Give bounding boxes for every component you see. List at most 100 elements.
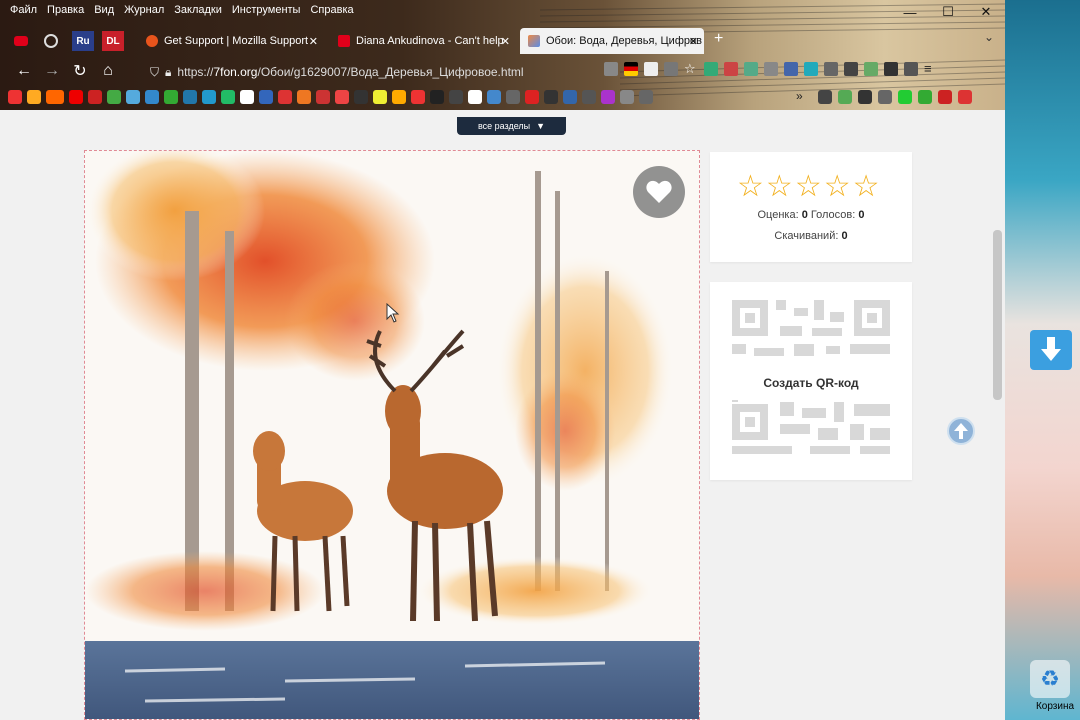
extension-icon[interactable]: [844, 62, 858, 76]
bookmark-icon[interactable]: [27, 90, 41, 104]
bookmark-yandex-icon[interactable]: [8, 90, 22, 104]
bookmark-icon[interactable]: [563, 90, 577, 104]
rating-stars[interactable]: ☆ ☆ ☆ ☆ ☆: [737, 172, 880, 202]
pinned-tab-dl[interactable]: DL: [102, 31, 124, 51]
tab-list-chevron-icon[interactable]: ⌄: [984, 30, 994, 44]
bookmark-icon[interactable]: [278, 90, 292, 104]
bookmark-icon[interactable]: [430, 90, 444, 104]
menu-bookmarks[interactable]: Закладки: [174, 4, 222, 16]
create-qr-code-button[interactable]: Создать QR-код: [732, 372, 890, 394]
extension-icon[interactable]: [724, 62, 738, 76]
reader-icon[interactable]: [604, 62, 618, 76]
close-window-button[interactable]: ✕: [967, 0, 1005, 24]
tab-diana-ankudinova[interactable]: Diana Ankudinova - Can't help ✕: [330, 28, 516, 54]
maximize-button[interactable]: ☐: [929, 0, 967, 24]
bookmark-icon[interactable]: [544, 90, 558, 104]
folder-icon[interactable]: [582, 90, 596, 104]
new-tab-button[interactable]: +: [714, 30, 723, 48]
page-action-icon[interactable]: [664, 62, 678, 76]
reload-icon[interactable]: ↻: [66, 57, 94, 85]
star-icon[interactable]: ☆: [824, 172, 851, 202]
all-sections-button[interactable]: все разделы ▼: [457, 117, 566, 135]
home-icon[interactable]: ⌂: [94, 57, 122, 85]
pinned-tab-globe[interactable]: [40, 31, 62, 51]
bookmark-icon[interactable]: [449, 90, 463, 104]
bookmark-icon[interactable]: [259, 90, 273, 104]
close-tab-icon[interactable]: ✕: [689, 35, 698, 48]
menu-help[interactable]: Справка: [310, 4, 353, 16]
bookmark-star-icon[interactable]: ☆: [684, 62, 698, 76]
tab-oboi-active[interactable]: Обои: Вода, Деревья, Цифров ✕: [520, 28, 704, 54]
bookmark-telegram-icon[interactable]: [202, 90, 216, 104]
bookmark-icon[interactable]: [316, 90, 330, 104]
bookmark-icon[interactable]: [354, 90, 368, 104]
download-widget[interactable]: [1030, 330, 1072, 370]
bookmark-icon[interactable]: [838, 90, 852, 104]
forward-button[interactable]: →: [38, 57, 66, 85]
bookmark-firefox-icon[interactable]: [297, 90, 311, 104]
extension-icon[interactable]: [644, 62, 658, 76]
scrollbar-thumb[interactable]: [993, 230, 1002, 400]
wallpaper-image[interactable]: [84, 150, 700, 720]
bookmarks-overflow-icon[interactable]: »: [796, 89, 803, 103]
bookmark-icon[interactable]: [938, 90, 952, 104]
scroll-to-top-button[interactable]: [947, 417, 975, 445]
menu-view[interactable]: Вид: [94, 4, 114, 16]
translate-icon[interactable]: [624, 62, 638, 76]
extension-icon[interactable]: [744, 62, 758, 76]
bookmark-icon[interactable]: [525, 90, 539, 104]
menu-file[interactable]: Файл: [10, 4, 37, 16]
url-bar[interactable]: ⛉ 🔒︎ https:// 7fon.org /Обои/g1629007/Во…: [150, 62, 524, 82]
star-icon[interactable]: ☆: [766, 172, 793, 202]
bookmark-icon[interactable]: [126, 90, 140, 104]
back-button[interactable]: ←: [10, 57, 38, 85]
bookmark-icon[interactable]: [335, 90, 349, 104]
bookmark-icon[interactable]: [620, 90, 634, 104]
tab-mozilla-support[interactable]: Get Support | Mozilla Support ✕: [138, 28, 324, 54]
bookmark-icon[interactable]: [145, 90, 159, 104]
page-scrollbar[interactable]: [990, 110, 1005, 720]
bookmark-icon[interactable]: [958, 90, 972, 104]
bookmark-vk-icon[interactable]: [183, 90, 197, 104]
extension-icon[interactable]: [704, 62, 718, 76]
bookmark-icon[interactable]: [898, 90, 912, 104]
bookmark-icon[interactable]: [487, 90, 501, 104]
favorite-button[interactable]: [633, 166, 685, 218]
bookmark-youtube-icon[interactable]: [69, 90, 83, 104]
bookmark-icon[interactable]: [164, 90, 178, 104]
close-tab-icon[interactable]: ✕: [309, 35, 318, 48]
pinned-tab-ru[interactable]: Ru: [72, 31, 94, 51]
menu-tools[interactable]: Инструменты: [232, 4, 301, 16]
star-icon[interactable]: ☆: [795, 172, 822, 202]
hamburger-menu-icon[interactable]: ≡: [924, 62, 938, 76]
bookmark-icon[interactable]: [411, 90, 425, 104]
menu-edit[interactable]: Правка: [47, 4, 84, 16]
pinned-tab-youtube[interactable]: [10, 31, 32, 51]
bookmark-icon[interactable]: [878, 90, 892, 104]
bookmark-icon[interactable]: [601, 90, 615, 104]
bookmark-google-icon[interactable]: [240, 90, 254, 104]
extension-icon[interactable]: [864, 62, 878, 76]
extension-icon[interactable]: [804, 62, 818, 76]
extension-icon[interactable]: [764, 62, 778, 76]
extension-icon[interactable]: [824, 62, 838, 76]
bookmark-icon[interactable]: [858, 90, 872, 104]
bookmark-icon[interactable]: [468, 90, 482, 104]
menu-history[interactable]: Журнал: [124, 4, 164, 16]
bookmark-icon[interactable]: [918, 90, 932, 104]
extension-icon[interactable]: [884, 62, 898, 76]
extension-icon[interactable]: [784, 62, 798, 76]
bookmark-icon[interactable]: [818, 90, 832, 104]
star-icon[interactable]: ☆: [853, 172, 880, 202]
bookmark-whatsapp-icon[interactable]: [221, 90, 235, 104]
bookmark-icon[interactable]: [392, 90, 406, 104]
extension-icon[interactable]: [904, 62, 918, 76]
bookmark-icon[interactable]: [88, 90, 102, 104]
bookmark-icon[interactable]: [373, 90, 387, 104]
star-icon[interactable]: ☆: [737, 172, 764, 202]
bookmark-icon[interactable]: [506, 90, 520, 104]
close-tab-icon[interactable]: ✕: [501, 35, 510, 48]
minimize-button[interactable]: —: [891, 0, 929, 24]
recycle-bin-icon[interactable]: ♻: [1030, 660, 1070, 698]
bookmark-dns-icon[interactable]: [46, 90, 64, 104]
